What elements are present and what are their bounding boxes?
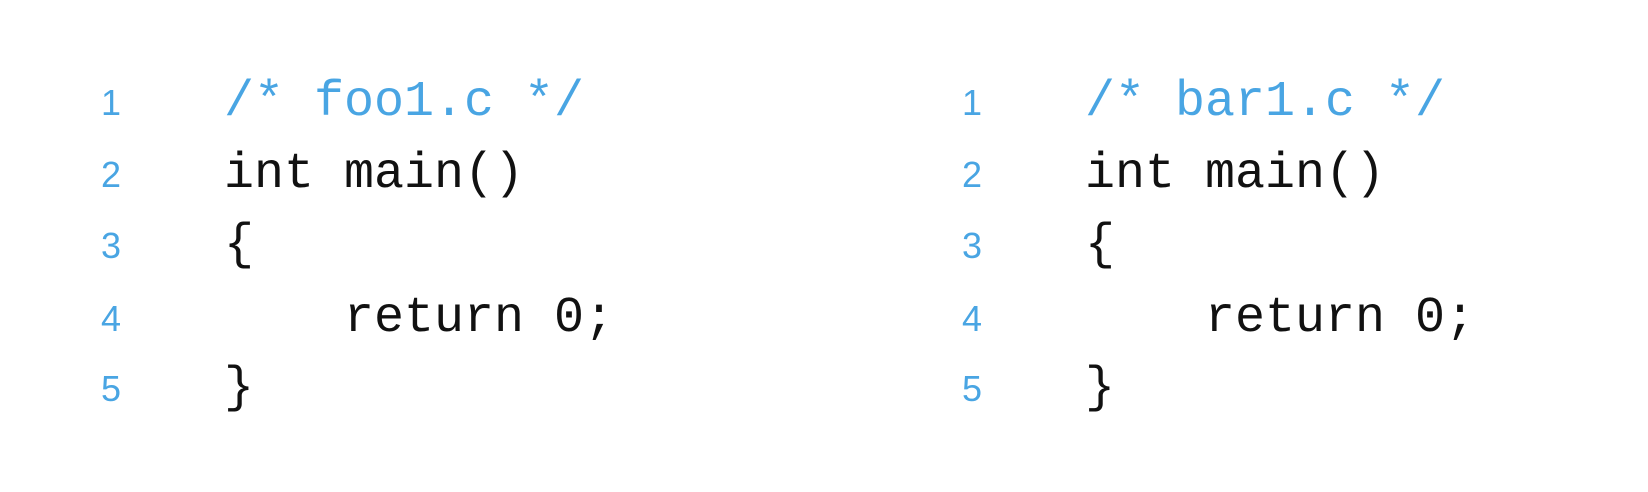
code-listing-foo1: 1 /* foo1.c */ 2 int main() 3 { 4 return… (0, 0, 860, 492)
code-line: 5 } (0, 352, 860, 426)
code-text: { (224, 217, 255, 274)
code-line: 3 { (0, 209, 860, 283)
code-text: int main() (1085, 146, 1386, 203)
line-number: 2 (961, 154, 983, 195)
code-listing-bar1: 1 /* bar1.c */ 2 int main() 3 { 4 return… (900, 0, 1648, 492)
code-text: return 0; (344, 290, 615, 347)
code-line: 1 /* bar1.c */ (900, 66, 1648, 140)
code-comment: /* foo1.c */ (224, 74, 585, 131)
line-number: 1 (961, 82, 983, 123)
code-line: 4 return 0; (0, 282, 860, 356)
line-number: 4 (100, 298, 122, 339)
code-text: int main() (224, 146, 525, 203)
code-line: 1 /* foo1.c */ (0, 66, 860, 140)
code-text: } (1085, 360, 1116, 417)
code-line: 5 } (900, 352, 1648, 426)
line-number: 3 (961, 225, 983, 266)
code-comment: /* bar1.c */ (1085, 74, 1446, 131)
code-text: } (224, 360, 255, 417)
line-number: 5 (961, 368, 983, 409)
code-text: return 0; (1205, 290, 1476, 347)
line-number: 4 (961, 298, 983, 339)
code-line: 3 { (900, 209, 1648, 283)
code-line: 4 return 0; (900, 282, 1648, 356)
line-number: 2 (100, 154, 122, 195)
line-number: 3 (100, 225, 122, 266)
code-text: { (1085, 217, 1116, 274)
line-number: 1 (100, 82, 122, 123)
code-line: 2 int main() (0, 138, 860, 212)
code-line: 2 int main() (900, 138, 1648, 212)
line-number: 5 (100, 368, 122, 409)
